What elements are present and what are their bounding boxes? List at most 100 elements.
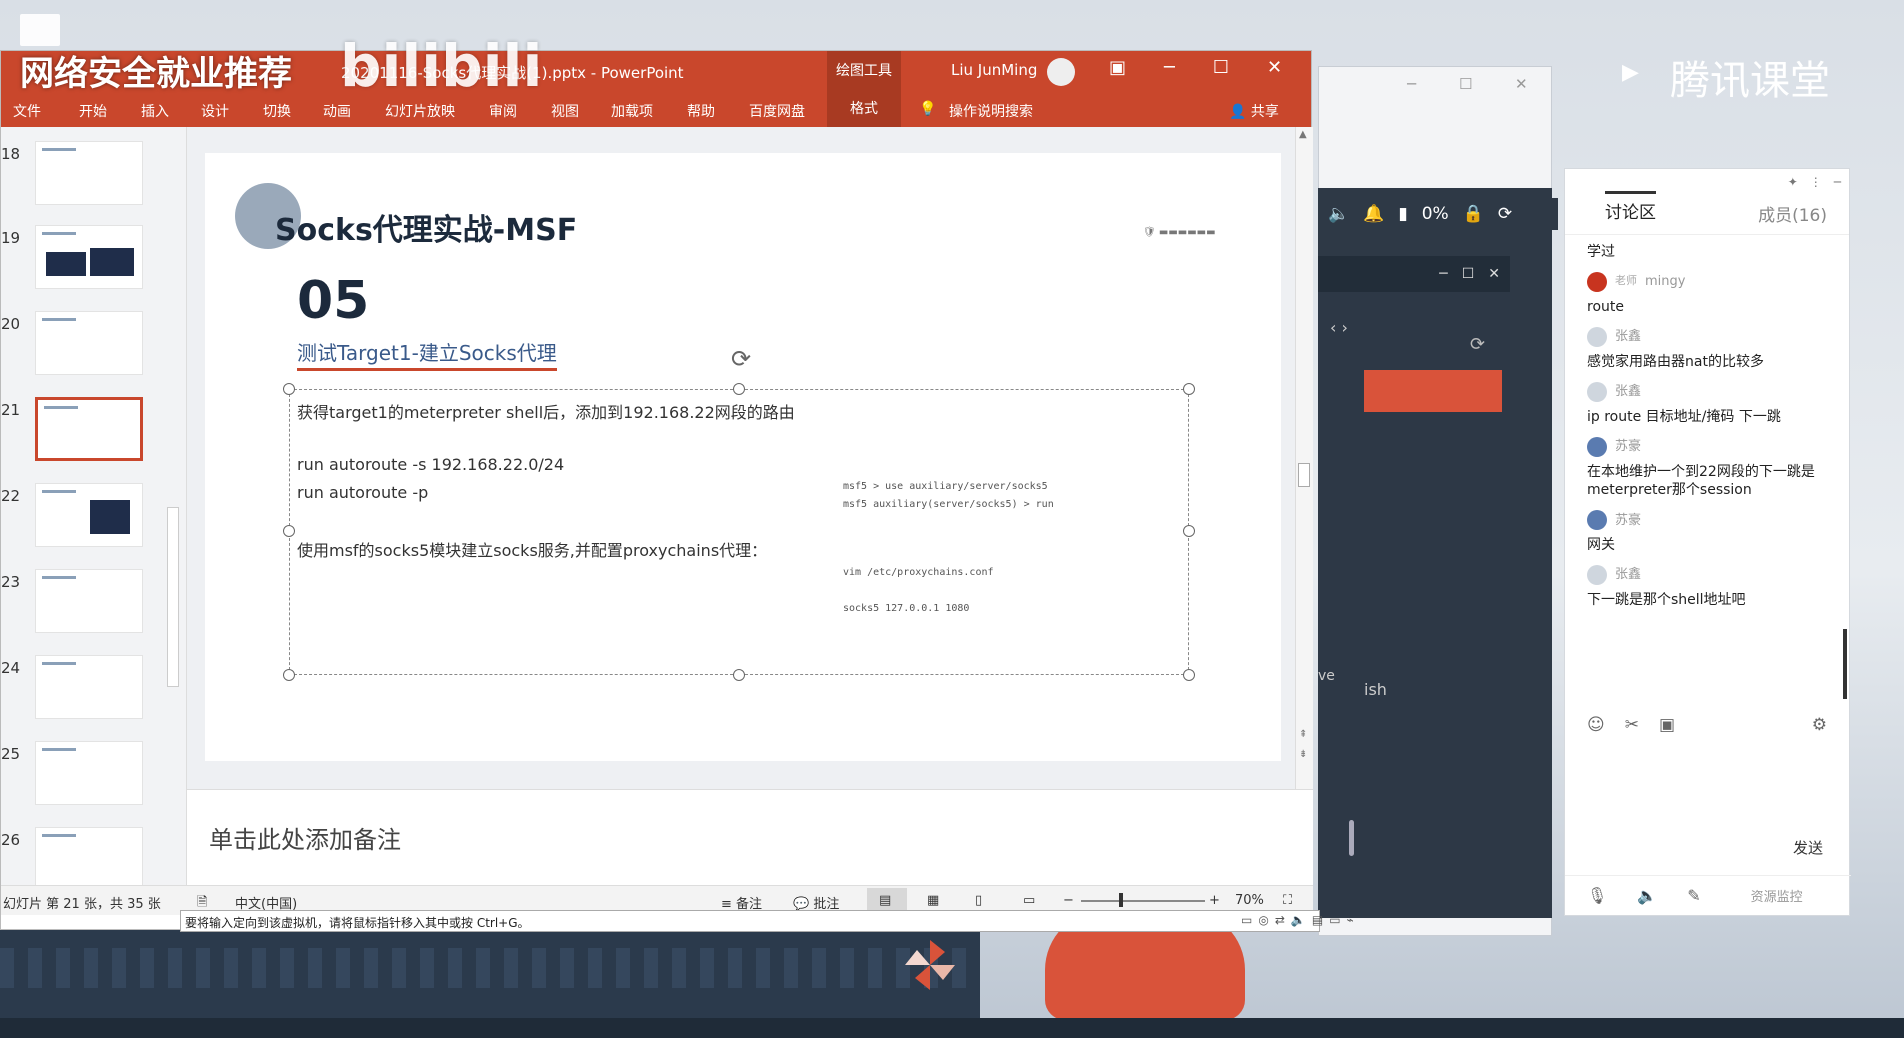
- lightbulb-icon[interactable]: 💡: [919, 101, 936, 117]
- slide-thumbnail[interactable]: [35, 141, 143, 205]
- usb-icon[interactable]: ⌁: [1347, 913, 1354, 927]
- minimize-icon[interactable]: ─: [1407, 75, 1416, 93]
- tab-discussion[interactable]: 讨论区: [1605, 191, 1656, 226]
- tab-review[interactable]: 审阅: [489, 101, 517, 121]
- device-icon[interactable]: ▭: [1241, 913, 1252, 927]
- pin-icon[interactable]: ✦: [1788, 175, 1798, 191]
- notes-pane[interactable]: 单击此处添加备注: [187, 789, 1313, 885]
- rotate-handle-icon[interactable]: ⟳: [731, 345, 751, 373]
- avatar[interactable]: [1587, 381, 1607, 402]
- chat-scrollbar[interactable]: [1843, 629, 1847, 699]
- image-icon[interactable]: ▣: [1659, 715, 1675, 735]
- slide-thumbnail[interactable]: [35, 483, 143, 547]
- avatar[interactable]: [1587, 436, 1607, 457]
- slide-thumbnail-selected[interactable]: [35, 397, 143, 461]
- settings-icon[interactable]: ⚙: [1812, 715, 1827, 735]
- tab-insert[interactable]: 插入: [141, 101, 169, 121]
- prev-slide-icon[interactable]: ⇞: [1299, 729, 1307, 740]
- user-name[interactable]: Liu JunMing: [951, 61, 1037, 79]
- minimize-icon[interactable]: ─: [1439, 266, 1447, 282]
- avatar[interactable]: [1587, 565, 1607, 586]
- tab-baidu-netdisk[interactable]: 百度网盘: [749, 101, 805, 121]
- avatar[interactable]: [1587, 510, 1607, 531]
- zoom-slider-knob[interactable]: [1119, 893, 1123, 907]
- close-icon[interactable]: ✕: [1515, 75, 1528, 93]
- tab-animations[interactable]: 动画: [323, 101, 351, 121]
- send-button[interactable]: 发送: [1793, 837, 1823, 858]
- scissors-icon[interactable]: ✂: [1625, 715, 1639, 735]
- vm-scrollbar[interactable]: [1349, 820, 1354, 856]
- thumbnail-scrollbar[interactable]: [167, 507, 179, 687]
- content-textbox[interactable]: [289, 389, 1189, 675]
- slide-thumbnail[interactable]: [35, 827, 143, 885]
- resource-monitor[interactable]: 资源监控: [1751, 886, 1803, 905]
- battery-icon[interactable]: ▮: [1398, 204, 1407, 224]
- disk-icon[interactable]: ◎: [1258, 913, 1268, 927]
- fit-slide-icon[interactable]: ⛶: [1283, 893, 1292, 908]
- tab-view[interactable]: 视图: [551, 101, 579, 121]
- emoji-icon[interactable]: ☺: [1587, 715, 1605, 735]
- section-number[interactable]: 05: [297, 271, 369, 331]
- resize-handle[interactable]: [733, 669, 745, 681]
- close-icon[interactable]: ✕: [1488, 266, 1500, 282]
- tab-file[interactable]: 文件: [13, 101, 41, 121]
- bell-icon[interactable]: 🔔: [1363, 204, 1384, 224]
- tab-members[interactable]: 成员(16): [1758, 197, 1827, 226]
- close-icon[interactable]: ✕: [1267, 57, 1282, 78]
- slideshow-view-icon[interactable]: ▭: [1023, 893, 1035, 908]
- resize-handle[interactable]: [283, 669, 295, 681]
- tab-format[interactable]: 格式: [827, 91, 901, 127]
- slide-sorter-icon[interactable]: ▦: [927, 893, 939, 908]
- avatar[interactable]: [1047, 58, 1075, 86]
- maximize-icon[interactable]: ☐: [1459, 75, 1472, 93]
- printer-icon[interactable]: ▤: [1312, 913, 1323, 927]
- more-icon[interactable]: ⋮: [1810, 175, 1822, 191]
- slide-title[interactable]: Socks代理实战-MSF: [275, 205, 577, 249]
- microphone-icon[interactable]: 🎙: [1587, 886, 1607, 905]
- zoom-out-icon[interactable]: −: [1063, 893, 1074, 908]
- volume-icon[interactable]: 🔈: [1328, 204, 1349, 224]
- ribbon-display-icon[interactable]: ▣: [1109, 57, 1126, 78]
- tab-slideshow[interactable]: 幻灯片放映: [385, 101, 455, 121]
- avatar[interactable]: [1587, 271, 1607, 292]
- zoom-in-icon[interactable]: +: [1209, 893, 1220, 908]
- minimize-icon[interactable]: ─: [1834, 175, 1841, 191]
- slide-thumbnail[interactable]: [35, 311, 143, 375]
- network-icon[interactable]: ⇄: [1275, 913, 1285, 927]
- display-icon[interactable]: ▭: [1329, 913, 1340, 927]
- resize-handle[interactable]: [283, 525, 295, 537]
- zoom-slider[interactable]: [1081, 900, 1205, 902]
- slide-canvas[interactable]: Socks代理实战-MSF 🛡 ▬▬▬▬▬▬ 05 测试Target1-建立So…: [205, 153, 1281, 761]
- maximize-icon[interactable]: ☐: [1462, 266, 1475, 282]
- sound-icon[interactable]: 🔈: [1291, 913, 1306, 927]
- slide-thumbnail[interactable]: [35, 741, 143, 805]
- tell-me-search[interactable]: 操作说明搜索: [949, 101, 1033, 121]
- vm-orange-button[interactable]: [1364, 370, 1502, 412]
- resize-handle[interactable]: [733, 383, 745, 395]
- editor-scrollbar[interactable]: ▲ ⇞ ⇟: [1295, 127, 1313, 789]
- pen-icon[interactable]: ✎: [1687, 886, 1700, 905]
- slide-thumbnail[interactable]: [35, 655, 143, 719]
- refresh-icon[interactable]: ⟳: [1470, 334, 1485, 355]
- speaker-icon[interactable]: 🔈: [1637, 886, 1657, 905]
- tab-addins[interactable]: 加载项: [611, 101, 653, 121]
- vm-inner-window[interactable]: [1318, 256, 1510, 916]
- slide-thumbnail[interactable]: [35, 225, 143, 289]
- slide-thumbnail[interactable]: [35, 569, 143, 633]
- tab-home[interactable]: 开始: [79, 101, 107, 121]
- vm-nav-arrows[interactable]: ‹ ›: [1330, 318, 1348, 337]
- slide-subtitle[interactable]: 测试Target1-建立Socks代理: [297, 337, 557, 371]
- resize-handle[interactable]: [1183, 669, 1195, 681]
- tab-transitions[interactable]: 切换: [263, 101, 291, 121]
- minimize-icon[interactable]: ─: [1164, 57, 1175, 78]
- normal-view-icon[interactable]: ▤: [879, 893, 891, 908]
- share-button[interactable]: 👤 共享: [1229, 101, 1279, 121]
- resize-handle[interactable]: [1183, 383, 1195, 395]
- scrollbar-thumb[interactable]: [1298, 463, 1310, 487]
- resize-handle[interactable]: [1183, 525, 1195, 537]
- zoom-level[interactable]: 70%: [1235, 893, 1264, 908]
- tab-design[interactable]: 设计: [201, 101, 229, 121]
- avatar[interactable]: [1587, 326, 1607, 347]
- lock-icon[interactable]: 🔒: [1463, 204, 1484, 224]
- next-slide-icon[interactable]: ⇟: [1299, 749, 1307, 760]
